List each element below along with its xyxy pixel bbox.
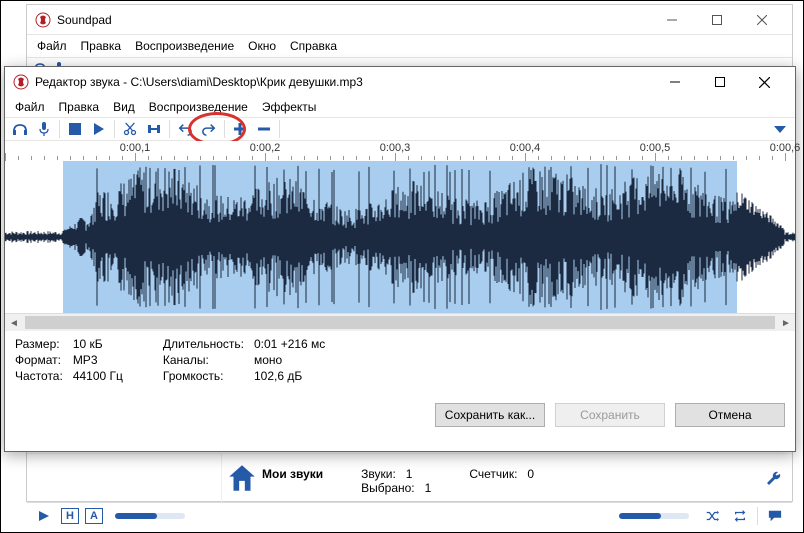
- mic-icon[interactable]: [33, 118, 55, 140]
- editor-button-row: Сохранить как... Сохранить Отмена: [5, 393, 795, 437]
- menu-item[interactable]: Эффекты: [262, 100, 317, 114]
- sounds-title: Мои звуки: [262, 467, 323, 481]
- shuffle-icon[interactable]: [701, 505, 723, 527]
- editor-maximize-button[interactable]: [697, 67, 742, 97]
- dropdown-icon[interactable]: [769, 118, 791, 140]
- soundpad-menu: Файл Правка Воспроизведение Окно Справка: [27, 35, 792, 57]
- redo-icon[interactable]: [198, 118, 220, 140]
- soundpad-footer: Н А: [27, 502, 792, 528]
- soundpad-tree-panel: [27, 454, 222, 502]
- menu-item[interactable]: Файл: [15, 100, 45, 114]
- size-label: Размер:: [15, 337, 63, 351]
- zoom-in-icon[interactable]: [229, 118, 251, 140]
- save-as-button[interactable]: Сохранить как...: [435, 403, 545, 427]
- waveform: [5, 161, 795, 313]
- sounds-value: 1: [406, 467, 413, 481]
- maximize-button[interactable]: [694, 5, 739, 35]
- volume-right-slider[interactable]: [619, 513, 689, 519]
- headphones-icon[interactable]: [9, 118, 31, 140]
- time-ruler[interactable]: 0:00,1 0:00,2 0:00,3 0:00,4 0:00,5 0:00,…: [5, 141, 795, 161]
- sounds-label: Звуки:: [361, 467, 396, 481]
- save-button: Сохранить: [555, 403, 665, 427]
- close-button[interactable]: [739, 5, 784, 35]
- cut-icon[interactable]: [119, 118, 141, 140]
- repeat-icon[interactable]: [729, 505, 751, 527]
- format-value: MP3: [73, 353, 123, 367]
- channels-label: Каналы:: [163, 353, 244, 367]
- minimize-button[interactable]: [649, 5, 694, 35]
- channels-value: моно: [254, 353, 325, 367]
- duration-value: 0:01 +216 мс: [254, 337, 325, 351]
- editor-close-button[interactable]: [742, 67, 787, 97]
- menu-item[interactable]: Файл: [37, 39, 67, 53]
- home-icon: [222, 461, 262, 495]
- format-label: Формат:: [15, 353, 63, 367]
- stop-icon[interactable]: [64, 118, 86, 140]
- size-value: 10 кБ: [73, 337, 123, 351]
- comment-icon[interactable]: [764, 505, 786, 527]
- menu-item[interactable]: Окно: [248, 39, 276, 53]
- a-button[interactable]: А: [85, 508, 103, 524]
- counter-value: 0: [527, 467, 534, 481]
- volume-label: Громкость:: [163, 369, 244, 383]
- soundpad-title: Soundpad: [57, 13, 112, 27]
- zoom-out-icon[interactable]: [253, 118, 275, 140]
- h-button[interactable]: Н: [61, 508, 79, 524]
- horizontal-scrollbar[interactable]: ◄ ►: [5, 313, 795, 331]
- selected-value: 1: [425, 481, 432, 495]
- sound-editor-window: Редактор звука - C:\Users\diami\Desktop\…: [4, 66, 796, 452]
- scroll-left-icon[interactable]: ◄: [5, 314, 23, 332]
- file-info-panel: Размер: 10 кБ Формат: MP3 Частота: 44100 Гц…: [5, 331, 795, 393]
- menu-item[interactable]: Воспроизведение: [135, 39, 234, 53]
- soundpad-sounds-panel: Мои звуки Звуки:1 Выбрано:1 Счетчик:0: [27, 453, 792, 501]
- menu-item[interactable]: Правка: [59, 100, 100, 114]
- scroll-right-icon[interactable]: ►: [777, 314, 795, 332]
- cancel-button[interactable]: Отмена: [675, 403, 785, 427]
- scrollbar-thumb[interactable]: [25, 316, 775, 329]
- menu-item[interactable]: Воспроизведение: [149, 100, 248, 114]
- freq-value: 44100 Гц: [73, 369, 123, 383]
- play-icon[interactable]: [88, 118, 110, 140]
- trim-icon[interactable]: [143, 118, 165, 140]
- waveform-area[interactable]: [5, 161, 795, 313]
- volume-left-slider[interactable]: [115, 513, 185, 519]
- soundpad-titlebar[interactable]: Soundpad: [27, 5, 792, 35]
- menu-item[interactable]: Правка: [81, 39, 122, 53]
- freq-label: Частота:: [15, 369, 63, 383]
- editor-titlebar[interactable]: Редактор звука - C:\Users\diami\Desktop\…: [5, 67, 795, 97]
- counter-label: Счетчик:: [469, 467, 517, 481]
- editor-minimize-button[interactable]: [652, 67, 697, 97]
- wrench-icon[interactable]: [766, 470, 782, 486]
- play-button[interactable]: [33, 505, 55, 527]
- selected-label: Выбрано:: [361, 481, 414, 495]
- duration-label: Длительность:: [163, 337, 244, 351]
- editor-app-icon: [13, 74, 29, 90]
- editor-menu: Файл Правка Вид Воспроизведение Эффекты: [5, 97, 795, 117]
- menu-item[interactable]: Вид: [113, 100, 135, 114]
- soundpad-app-icon: [35, 12, 51, 28]
- editor-title: Редактор звука - C:\Users\diami\Desktop\…: [35, 75, 363, 89]
- editor-toolbar: [5, 117, 795, 141]
- undo-icon[interactable]: [174, 118, 196, 140]
- menu-item[interactable]: Справка: [290, 39, 337, 53]
- volume-value: 102,6 дБ: [254, 369, 325, 383]
